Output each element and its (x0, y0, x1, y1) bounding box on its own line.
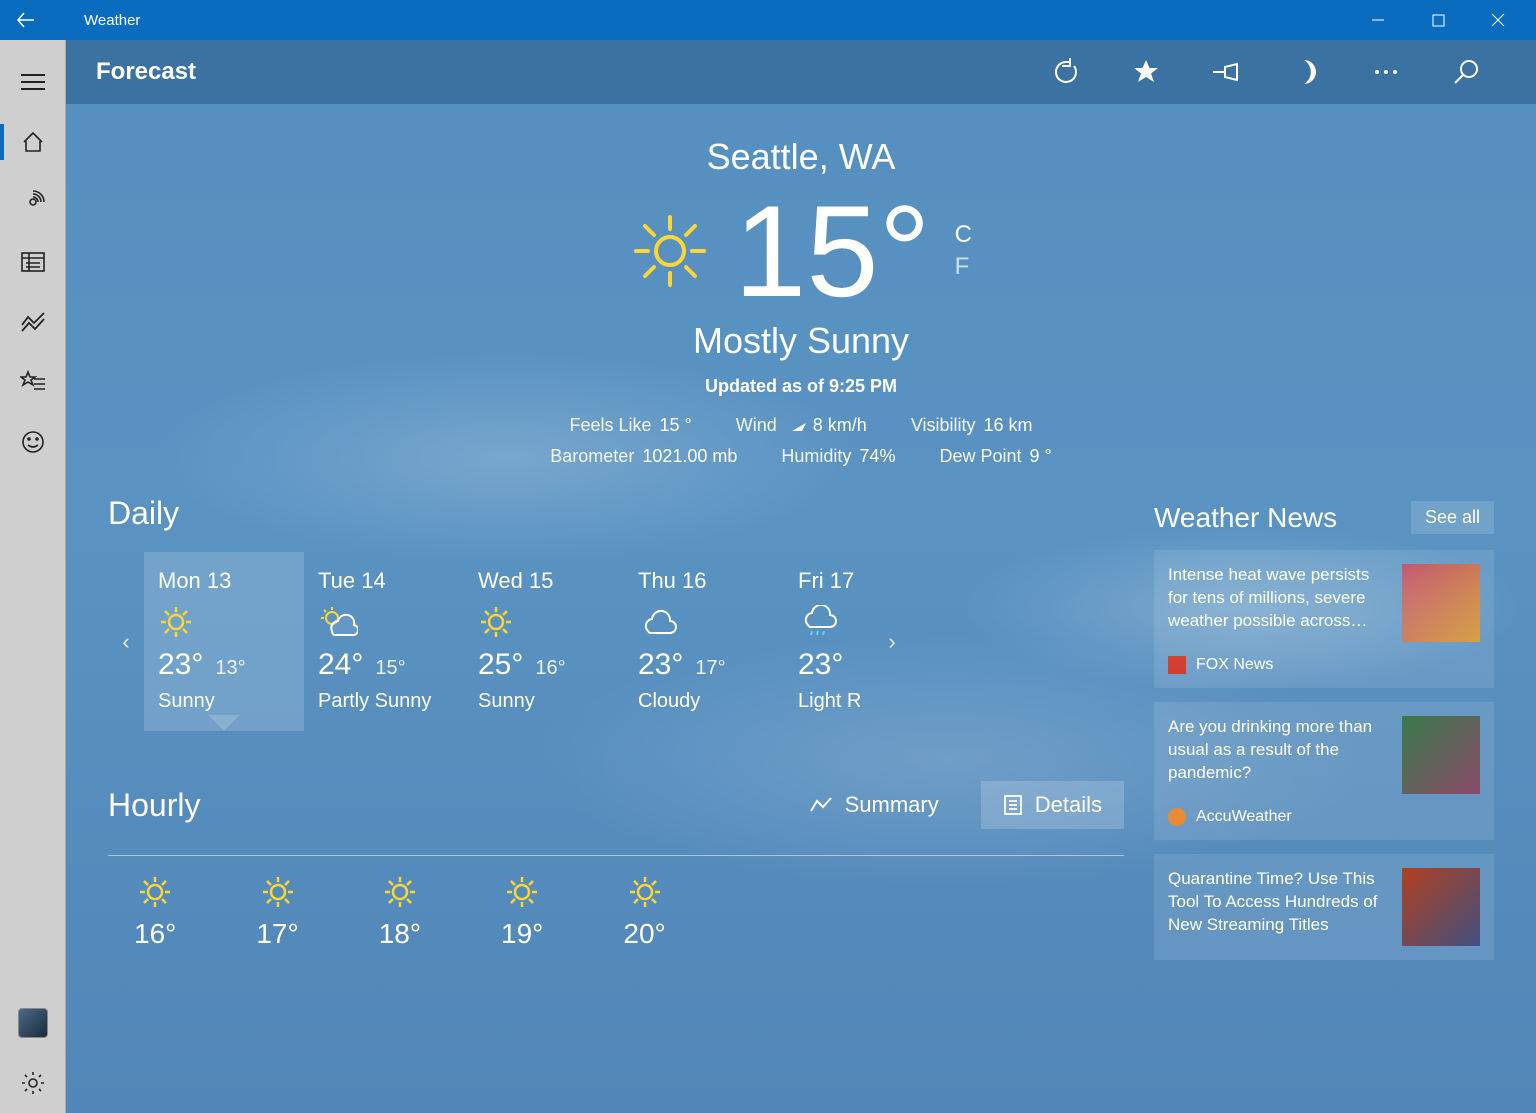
daily-forecast-row: ‹ Mon 13 23°13° Sunny Tue 14 24°15° Part… (108, 552, 1124, 731)
pin-button[interactable] (1186, 40, 1266, 104)
day-card-wed[interactable]: Wed 15 25°16° Sunny (464, 552, 624, 731)
hourly-title: Hourly (108, 787, 200, 824)
news-card[interactable]: Are you drinking more than usual as a re… (1154, 702, 1494, 840)
see-all-button[interactable]: See all (1411, 501, 1494, 534)
maximize-button[interactable] (1408, 0, 1468, 40)
unit-c[interactable]: C (955, 221, 972, 249)
page-title: Forecast (96, 58, 196, 86)
unit-f[interactable]: F (955, 253, 970, 281)
details-toggle[interactable]: Details (981, 781, 1124, 829)
sidebar-item-historical[interactable] (0, 232, 66, 292)
minimize-button[interactable] (1348, 0, 1408, 40)
news-thumb (1402, 716, 1480, 794)
partly-sunny-icon (318, 602, 450, 642)
search-button[interactable] (1426, 40, 1506, 104)
cloud-icon (638, 602, 770, 642)
sun-icon (630, 211, 710, 291)
refresh-button[interactable] (1026, 40, 1106, 104)
visibility: Visibility16 km (911, 415, 1033, 436)
daily-title: Daily (108, 495, 1124, 532)
news-card[interactable]: Intense heat wave persists for tens of m… (1154, 550, 1494, 688)
titlebar: Weather (0, 0, 1536, 40)
sidebar-settings[interactable] (0, 1053, 66, 1113)
more-button[interactable] (1346, 40, 1426, 104)
dew-point: Dew Point9 ° (939, 446, 1051, 467)
day-card-fri[interactable]: Fri 17 23° Light R (784, 552, 874, 731)
moon-icon[interactable] (1266, 40, 1346, 104)
hourly-strip[interactable]: 16° 17° 18° 19° (108, 855, 1124, 950)
humidity: Humidity74% (781, 446, 895, 467)
news-column: Weather News See all Intense heat wave p… (1154, 495, 1494, 974)
content-area: Seattle, WA 15° C F Mostly Sunny Updated… (66, 104, 1536, 1113)
source-icon (1168, 808, 1186, 826)
news-card[interactable]: Quarantine Time? Use This Tool To Access… (1154, 854, 1494, 960)
daily-prev[interactable]: ‹ (108, 629, 144, 655)
sidebar-item-maps[interactable] (0, 172, 66, 232)
current-temp: 15° (734, 186, 931, 316)
news-thumb (1402, 868, 1480, 946)
sidebar-item-hourly[interactable] (0, 292, 66, 352)
sidebar-item-feedback[interactable] (0, 412, 66, 472)
close-button[interactable] (1468, 0, 1528, 40)
sidebar (0, 40, 66, 1113)
news-title: Weather News (1154, 502, 1337, 534)
day-card-thu[interactable]: Thu 16 23°17° Cloudy (624, 552, 784, 731)
location: Seattle, WA (108, 136, 1494, 178)
sun-icon (478, 602, 610, 642)
barometer: Barometer1021.00 mb (550, 446, 737, 467)
updated-time: Updated as of 9:25 PM (108, 376, 1494, 397)
day-card-mon[interactable]: Mon 13 23°13° Sunny (144, 552, 304, 731)
hour-item: 19° (501, 874, 543, 950)
summary-toggle[interactable]: Summary (787, 781, 961, 829)
source-icon (1168, 656, 1186, 674)
news-thumb (1402, 564, 1480, 642)
hour-item: 17° (256, 874, 298, 950)
sidebar-item-favorites[interactable] (0, 352, 66, 412)
hamburger-button[interactable] (0, 52, 66, 112)
wind: Wind 8 km/h (736, 415, 867, 436)
hour-item: 20° (623, 874, 665, 950)
favorite-button[interactable] (1106, 40, 1186, 104)
feels-like: Feels Like15 ° (569, 415, 691, 436)
hour-item: 18° (379, 874, 421, 950)
window-title: Weather (84, 12, 140, 29)
rain-icon (798, 602, 860, 642)
sun-icon (158, 602, 290, 642)
hour-item: 16° (134, 874, 176, 950)
back-button[interactable] (16, 10, 56, 30)
current-condition: Mostly Sunny (108, 320, 1494, 362)
daily-next[interactable]: › (874, 629, 910, 655)
sidebar-account[interactable] (0, 993, 66, 1053)
header-bar: Forecast (66, 40, 1536, 104)
current-conditions: Seattle, WA 15° C F Mostly Sunny Updated… (108, 136, 1494, 467)
sidebar-item-forecast[interactable] (0, 112, 66, 172)
day-card-tue[interactable]: Tue 14 24°15° Partly Sunny (304, 552, 464, 731)
